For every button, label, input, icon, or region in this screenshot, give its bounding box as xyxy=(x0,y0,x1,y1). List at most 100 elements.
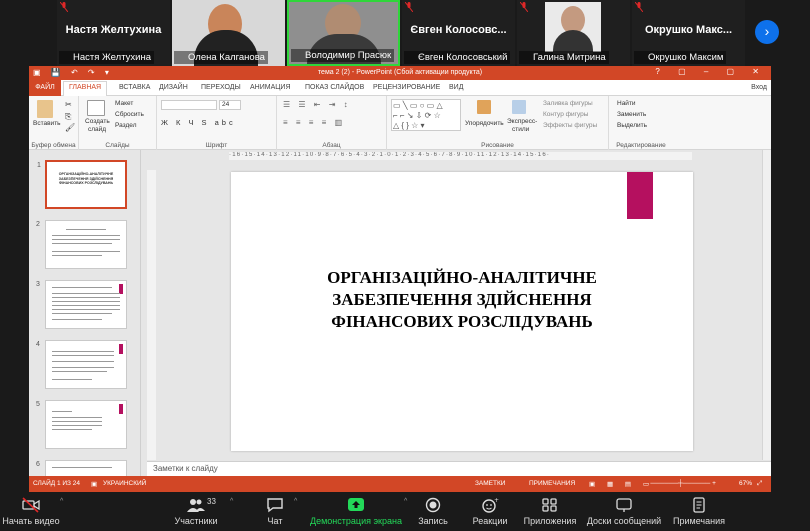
participant-gallery: Настя Желтухина Настя Желтухина Олена Ка… xyxy=(0,0,810,66)
mic-muted-icon xyxy=(405,2,413,12)
new-slide-button-line2[interactable]: слайд xyxy=(88,126,106,133)
paragraph-group: ☰ ☰ ⇤ ⇥ ↕ ≡ ≡ ≡ ≡ ▥ Абзац xyxy=(277,96,387,150)
spellcheck-icon[interactable]: ▣ xyxy=(91,480,97,488)
participant-tile-active-speaker[interactable]: Володимир Прасюк xyxy=(287,0,400,66)
participant-tile[interactable]: Настя Желтухина Настя Желтухина xyxy=(57,0,170,66)
copy-icon[interactable]: ⎘ xyxy=(65,112,71,122)
format-painter-icon[interactable]: 🖌 xyxy=(65,123,75,132)
zoom-level[interactable]: 67% xyxy=(739,480,752,487)
sign-in-link[interactable]: Вход xyxy=(751,84,767,91)
thumbnail-number: 2 xyxy=(36,221,40,228)
participants-count: 33 xyxy=(207,497,216,506)
apps-button[interactable]: Приложения xyxy=(522,492,578,531)
vertical-scrollbar[interactable] xyxy=(762,150,771,460)
participant-tile[interactable]: Окрушко Макс... Окрушко Максим xyxy=(632,0,745,66)
comments-toggle[interactable]: ПРИМЕЧАНИЯ xyxy=(529,480,575,487)
font-size-select[interactable]: 24 xyxy=(219,100,241,110)
replace-button[interactable]: Заменить xyxy=(617,111,646,118)
chevron-up-icon[interactable]: ^ xyxy=(404,498,407,505)
chevron-up-icon[interactable]: ^ xyxy=(230,498,233,505)
whiteboard-icon xyxy=(615,497,633,513)
select-button[interactable]: Выделить xyxy=(617,122,647,129)
tab-design[interactable]: ДИЗАЙН xyxy=(159,84,188,91)
gallery-next-page-button[interactable]: › xyxy=(755,20,779,44)
shape-effects-button[interactable]: Эффекты фигуры xyxy=(543,122,597,129)
slide-title[interactable]: ОРГАНІЗАЦІЙНО-АНАЛІТИЧНЕ ЗАБЕЗПЕЧЕННЯ ЗД… xyxy=(231,267,693,333)
find-button[interactable]: Найти xyxy=(617,100,636,107)
participant-tile[interactable]: Олена Калганова xyxy=(172,0,285,66)
group-label: Слайды xyxy=(105,142,130,149)
notes-button[interactable]: Примечания xyxy=(670,492,728,531)
section-button[interactable]: Раздел xyxy=(115,122,136,129)
shape-fill-button[interactable]: Заливка фигуры xyxy=(543,100,593,107)
notes-toggle[interactable]: ЗАМЕТКИ xyxy=(475,480,505,487)
quick-styles-icon[interactable] xyxy=(512,100,526,114)
title-bar: ▣ 💾 ↶ ↷ ▾ тема 2 (2) - PowerPoint (Сбой … xyxy=(29,66,771,80)
participant-display-name: Окрушко Макс... xyxy=(644,24,733,36)
slide-thumbnail-1[interactable]: 1 ОРГАНІЗАЦІЙНО-АНАЛІТИЧНЕ ЗАБЕЗПЕЧЕННЯ … xyxy=(37,160,127,209)
reset-button[interactable]: Сбросить xyxy=(115,111,144,118)
participant-tile[interactable]: Галина Митрина xyxy=(517,0,630,66)
fit-slide-icon[interactable]: ⤢ xyxy=(757,480,762,488)
participants-label: Участники xyxy=(174,516,218,526)
start-video-label: Начать видео xyxy=(2,516,60,526)
whiteboards-button[interactable]: Доски сообщений xyxy=(584,492,664,531)
slide-thumbnails-pane[interactable]: 1 ОРГАНІЗАЦІЙНО-АНАЛІТИЧНЕ ЗАБЕЗПЕЧЕННЯ … xyxy=(29,150,141,476)
shapes-gallery[interactable]: ▭ ╲ ▭ ○ ▭ △ ⌐ ⌐ ↘ ⇩ ⟳ ☆ △ { } ☆ ▾ xyxy=(391,99,461,131)
slide-title-line: ЗАБЕЗПЕЧЕННЯ ЗДІЙСНЕННЯ xyxy=(332,290,592,309)
new-slide-icon[interactable] xyxy=(87,100,105,116)
paste-icon[interactable] xyxy=(37,100,53,118)
slide-thumbnail-4[interactable]: 4 xyxy=(36,340,127,389)
reactions-button[interactable]: + Реакции xyxy=(470,492,510,531)
layout-button[interactable]: Макет xyxy=(115,100,133,107)
mic-muted-icon xyxy=(60,2,68,12)
chevron-up-icon[interactable]: ^ xyxy=(294,498,297,505)
notes-label: Примечания xyxy=(673,516,725,526)
start-video-button[interactable]: Начать видео xyxy=(0,492,62,531)
slide-thumbnail-2[interactable]: 2 xyxy=(36,220,127,269)
thumbnail-number: 5 xyxy=(36,401,40,408)
cut-icon[interactable]: ✂ xyxy=(65,100,72,109)
tab-slideshow[interactable]: ПОКАЗ СЛАЙДОВ xyxy=(305,84,364,91)
arrange-button[interactable]: Упорядочить xyxy=(465,120,504,127)
notes-pane[interactable]: Заметки к слайду xyxy=(147,461,771,476)
participant-video xyxy=(545,2,601,54)
tab-transitions[interactable]: ПЕРЕХОДЫ xyxy=(201,84,241,91)
editing-group: Найти Заменить Выделить Редактирование xyxy=(609,96,673,150)
list-buttons[interactable]: ☰ ☰ ⇤ ⇥ ↕ xyxy=(283,100,351,109)
zoom-slider[interactable]: – ──────┼────── + xyxy=(645,480,716,487)
thumbnail-title: ОРГАНІЗАЦІЙНО-АНАЛІТИЧНЕ ЗАБЕЗПЕЧЕННЯ ЗД… xyxy=(58,172,114,185)
tab-insert[interactable]: ВСТАВКА xyxy=(119,84,150,91)
tab-file[interactable]: ФАЙЛ xyxy=(29,80,61,96)
participant-tile[interactable]: Євген Колосовс... Євген Колосовський xyxy=(402,0,515,66)
font-name-select[interactable] xyxy=(161,100,217,110)
apps-label: Приложения xyxy=(523,516,577,526)
slide-counter: СЛАЙД 1 ИЗ 24 xyxy=(33,480,81,487)
quick-styles-button-line2[interactable]: стили xyxy=(512,126,529,133)
participants-icon xyxy=(187,497,205,513)
notes-icon xyxy=(690,497,708,513)
align-buttons[interactable]: ≡ ≡ ≡ ≡ ▥ xyxy=(283,118,345,127)
shape-outline-button[interactable]: Контур фигуры xyxy=(543,111,588,118)
chevron-up-icon[interactable]: ^ xyxy=(60,498,63,505)
slide-canvas[interactable]: ОРГАНІЗАЦІЙНО-АНАЛІТИЧНЕ ЗАБЕЗПЕЧЕННЯ ЗД… xyxy=(231,172,693,451)
quick-styles-button[interactable]: Экспресс- xyxy=(507,118,537,125)
window-controls[interactable]: ? ▢ – ▢ ✕ xyxy=(655,67,767,76)
slide-thumbnail-6[interactable]: 6 xyxy=(36,460,127,476)
share-screen-button[interactable]: Демонстрация экрана xyxy=(308,492,404,531)
language-indicator[interactable]: УКРАИНСКИЙ xyxy=(103,480,146,487)
video-off-icon xyxy=(22,497,40,513)
paste-button[interactable]: Вставить xyxy=(33,120,61,127)
tab-home[interactable]: ГЛАВНАЯ xyxy=(63,81,108,96)
arrange-icon[interactable] xyxy=(477,100,491,114)
chat-button[interactable]: Чат xyxy=(258,492,292,531)
font-style-buttons[interactable]: Ж К Ч S abc xyxy=(161,118,236,127)
tab-view[interactable]: ВИД xyxy=(449,84,463,91)
tab-review[interactable]: РЕЦЕНЗИРОВАНИЕ xyxy=(373,84,440,91)
record-button[interactable]: Запись xyxy=(414,492,452,531)
new-slide-button[interactable]: Создать xyxy=(85,118,110,125)
tab-animation[interactable]: АНИМАЦИЯ xyxy=(250,84,291,91)
slide-thumbnail-3[interactable]: 3 xyxy=(36,280,127,329)
slide-thumbnail-5[interactable]: 5 xyxy=(36,400,127,449)
participant-display-name: Євген Колосовс... xyxy=(410,24,507,36)
